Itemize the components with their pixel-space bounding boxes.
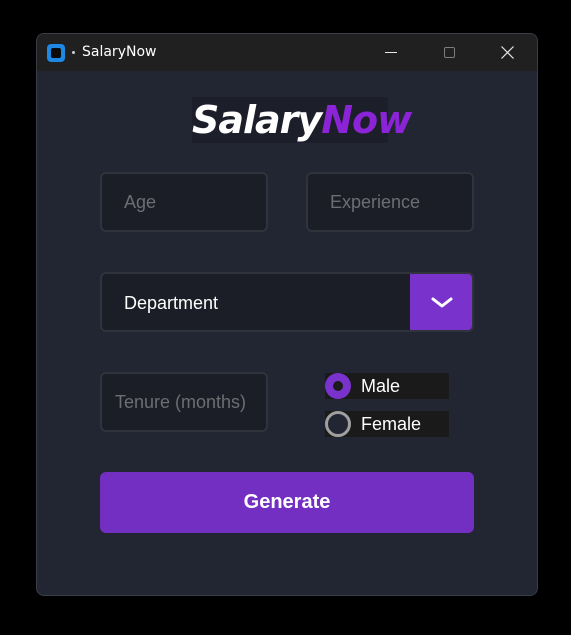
experience-field-container [306,172,474,232]
app-window: SalaryNow SalaryNow Department Male [36,33,538,596]
age-input[interactable] [102,174,266,230]
title-separator-dot [72,51,75,54]
tenure-field-container [100,372,268,432]
logo-text-now: Now [321,98,412,142]
app-window-icon [47,44,65,62]
tenure-input[interactable] [102,374,266,430]
department-selected-value: Department [124,293,219,313]
radio-label-male: Male [361,376,401,396]
close-icon [501,46,514,59]
department-dropdown[interactable]: Department [100,272,474,332]
radio-checked-icon[interactable] [325,373,351,399]
app-logo: SalaryNow [192,97,412,143]
department-dropdown-button[interactable] [410,274,472,330]
gender-radio-female[interactable]: Female [325,411,449,437]
age-field-container [100,172,268,232]
radio-unchecked-icon[interactable] [325,411,351,437]
title-bar[interactable]: SalaryNow [37,34,537,71]
radio-label-female: Female [361,414,422,434]
chevron-down-icon [431,297,453,308]
logo-text-salary: Salary [192,98,322,142]
experience-input[interactable] [308,174,472,230]
window-title: SalaryNow [82,44,157,60]
minimize-button[interactable] [362,34,420,71]
gender-radio-male[interactable]: Male [325,373,449,399]
generate-button[interactable]: Generate [100,472,474,533]
maximize-button[interactable] [420,34,478,71]
close-button[interactable] [478,34,536,71]
